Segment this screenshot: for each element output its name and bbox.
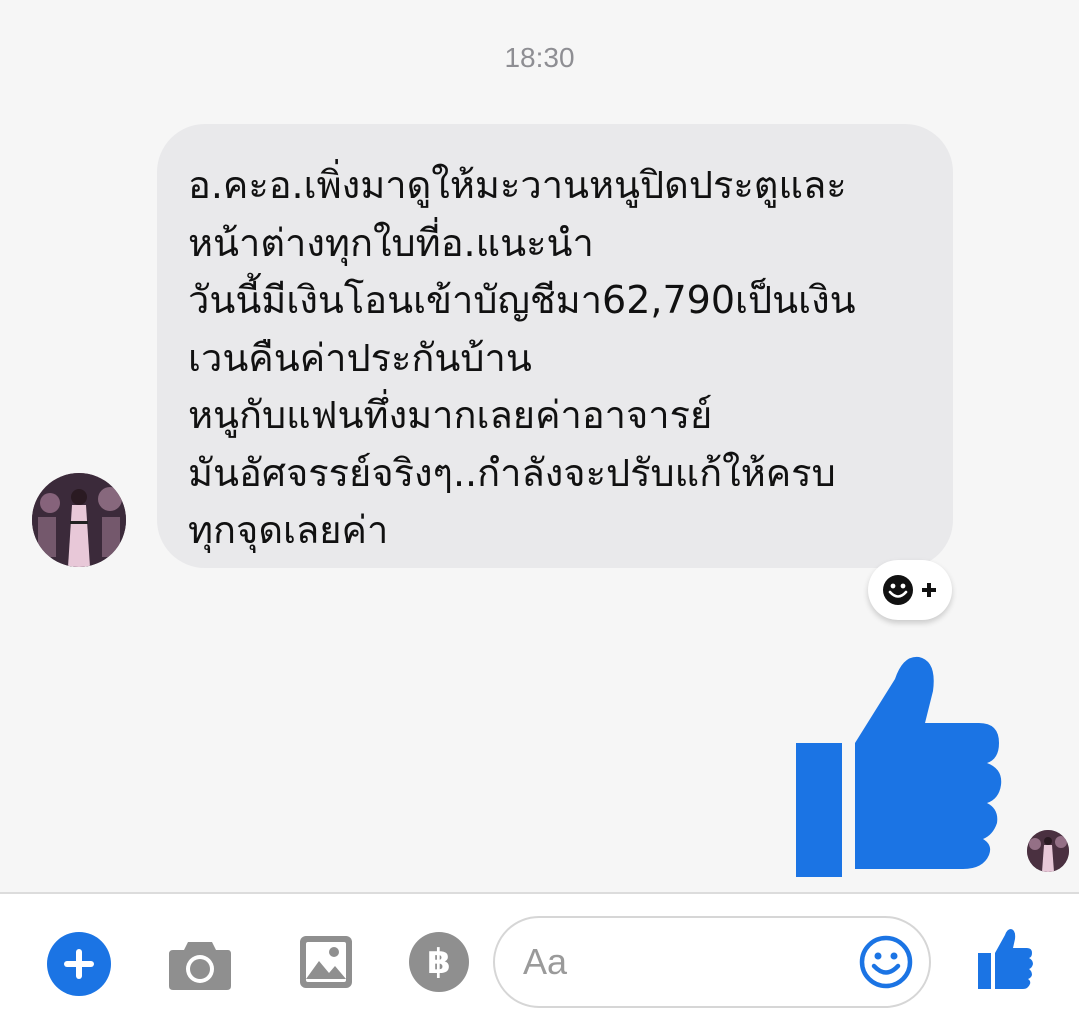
sent-thumbs-up-icon[interactable] <box>793 655 1005 877</box>
message-line: มันอัศจรรย์จริงๆ..กำลังจะปรับแก้ให้ครบ <box>188 450 836 495</box>
payment-button[interactable]: ฿ <box>409 932 469 992</box>
seen-avatar <box>1027 830 1069 872</box>
thumbs-up-icon <box>978 929 1033 989</box>
message-line: หนูกับแฟนทึ่งมากเลยค่าอาจารย์ <box>188 393 713 437</box>
message-line: หน้าต่างทุกใบที่อ.แนะนำ <box>188 220 594 265</box>
baht-icon: ฿ <box>427 942 451 982</box>
gallery-button[interactable] <box>298 934 354 990</box>
message-input[interactable] <box>523 918 843 1006</box>
timestamp: 18:30 <box>504 42 575 73</box>
gallery-icon <box>300 936 352 988</box>
sender-avatar[interactable] <box>32 473 126 567</box>
emoji-button[interactable] <box>858 934 914 990</box>
add-reaction-icon <box>883 575 936 605</box>
emoji-icon <box>859 935 913 989</box>
add-reaction-button[interactable] <box>868 560 952 620</box>
message-line: เวนคืนค่าประกันบ้าน <box>188 335 532 380</box>
plus-icon <box>64 949 94 979</box>
more-actions-button[interactable] <box>47 932 111 996</box>
camera-icon <box>169 942 231 990</box>
message-line: วันนี้มีเงินโอนเข้าบัญชีมา62,790เป็นเงิน <box>188 278 856 322</box>
message-line: ทุกจุดเลยค่า <box>188 508 389 552</box>
send-like-button[interactable] <box>975 928 1035 992</box>
message-line: อ.คะอ.เพิ่งมาดูให้มะวานหนูปิดประตูและ <box>188 163 847 207</box>
received-message-bubble[interactable]: อ.คะอ.เพิ่งมาดูให้มะวานหนูปิดประตูและ หน… <box>157 124 953 568</box>
camera-button[interactable] <box>168 934 232 994</box>
